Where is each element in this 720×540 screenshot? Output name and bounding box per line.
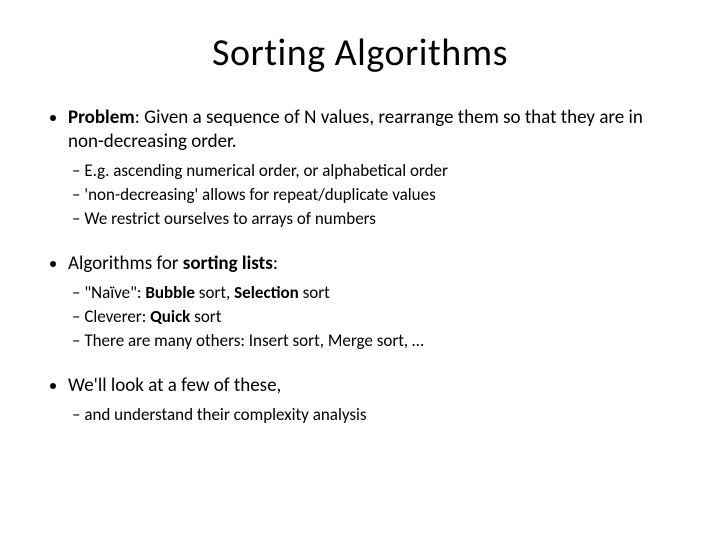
bullet-look-at-text: We'll look at a few of these, [68, 374, 281, 397]
sub-item: There are many others: Insert sort, Merg… [88, 330, 680, 352]
bullet-algorithms-pre: Algorithms for [68, 252, 183, 275]
sub-list: and understand their complexity analysis [68, 404, 680, 426]
sub-item: "Naïve": Bubble sort, Selection sort [88, 282, 680, 304]
sub-list: "Naïve": Bubble sort, Selection sort Cle… [68, 282, 680, 352]
bullet-problem-text: : Given a sequence of N values, rearrang… [68, 106, 643, 153]
sub-bold: Selection [234, 282, 299, 303]
bullet-algorithms-bold: sorting lists [183, 252, 273, 275]
sub-item: 'non-decreasing' allows for repeat/dupli… [88, 184, 680, 206]
sub-text: There are many others: Insert sort, Merg… [84, 330, 423, 351]
sub-text: "Naïve": [84, 282, 145, 303]
sub-text: sort [190, 306, 221, 327]
bullet-problem-label: Problem [68, 106, 135, 129]
sub-item: We restrict ourselves to arrays of numbe… [88, 208, 680, 230]
page-title: Sorting Algorithms [40, 30, 680, 76]
sub-text: Cleverer: [84, 306, 150, 327]
bullet-algorithms-post: : [273, 252, 278, 275]
sub-item: E.g. ascending numerical order, or alpha… [88, 160, 680, 182]
bullet-look-at: We'll look at a few of these, and unders… [68, 374, 680, 426]
sub-list: E.g. ascending numerical order, or alpha… [68, 160, 680, 230]
bullet-list: Problem: Given a sequence of N values, r… [40, 106, 680, 426]
sub-item: Cleverer: Quick sort [88, 306, 680, 328]
slide: Sorting Algorithms Problem: Given a sequ… [0, 0, 720, 540]
sub-item: and understand their complexity analysis [88, 404, 680, 426]
bullet-algorithms: Algorithms for sorting lists: "Naïve": B… [68, 252, 680, 352]
sub-bold: Quick [150, 306, 190, 327]
sub-text: sort, [195, 282, 234, 303]
sub-text: sort [299, 282, 330, 303]
sub-bold: Bubble [145, 282, 195, 303]
bullet-problem: Problem: Given a sequence of N values, r… [68, 106, 680, 230]
